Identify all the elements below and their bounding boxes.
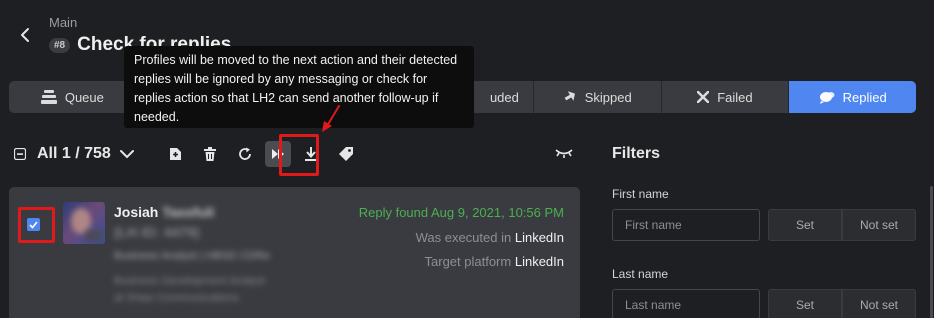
- company-line: at Shaw Communications: [114, 292, 239, 304]
- tab-label: Skipped: [584, 89, 632, 105]
- first-name-label: First name: [612, 187, 669, 201]
- last-name: Tassfuli: [162, 204, 215, 220]
- last-name-set-button[interactable]: Set: [768, 289, 842, 318]
- skip-icon: [564, 91, 575, 101]
- select-all-toggle[interactable]: [14, 148, 26, 160]
- delete-button[interactable]: [203, 147, 216, 161]
- document-plus-icon: [169, 148, 181, 160]
- tooltip: Profiles will be moved to the next actio…: [124, 46, 474, 128]
- company-line: Business Development Analyst: [114, 275, 266, 287]
- profile-name: Josiah Tassfuli: [114, 204, 214, 220]
- tab-label: Failed: [717, 89, 753, 105]
- hide-details-button[interactable]: [555, 147, 573, 159]
- chat-bubble-icon: [819, 92, 835, 104]
- tab-skipped[interactable]: Skipped: [534, 81, 662, 113]
- first-name: Josiah: [114, 204, 159, 220]
- avatar: [63, 202, 105, 244]
- eye-closed-icon: [555, 149, 573, 158]
- x-icon: [697, 91, 710, 103]
- trash-icon: [203, 147, 216, 161]
- lh-id: (LH ID: 4479): [114, 224, 200, 240]
- executed-value: LinkedIn: [514, 230, 564, 245]
- scrollbar[interactable]: [930, 186, 933, 318]
- last-name-label: Last name: [612, 267, 669, 281]
- tab-replied[interactable]: Replied: [789, 81, 916, 113]
- selection-dropdown[interactable]: [119, 149, 134, 159]
- add-to-queue-button[interactable]: [168, 147, 182, 161]
- first-name-input[interactable]: [612, 209, 760, 241]
- chevron-down-icon: [119, 150, 134, 159]
- last-name-input[interactable]: [612, 289, 760, 318]
- tab-failed[interactable]: Failed: [662, 81, 790, 113]
- annotation-arrow-icon: [322, 105, 340, 132]
- tab-label: Queue: [64, 89, 104, 105]
- tab-queue[interactable]: Queue: [9, 81, 137, 113]
- tab-label: Replied: [842, 89, 887, 105]
- first-name-set-button[interactable]: Set: [768, 209, 842, 241]
- chevron-left-icon: [21, 28, 29, 42]
- filters-title: Filters: [612, 145, 661, 162]
- last-name-not-set-button[interactable]: Not set: [842, 289, 916, 318]
- tag-icon: [338, 147, 353, 161]
- target-value: LinkedIn: [514, 254, 564, 269]
- target-prefix: Target platform: [424, 254, 512, 269]
- highlight-checkbox: [18, 207, 55, 243]
- first-name-not-set-button[interactable]: Not set: [842, 209, 916, 241]
- highlight-move-button: [279, 134, 319, 176]
- refresh-icon: [238, 147, 251, 160]
- queue-icon: [40, 90, 57, 104]
- back-button[interactable]: [14, 24, 36, 46]
- tag-button[interactable]: [338, 147, 353, 161]
- executed-in: Was executed in LinkedIn: [416, 230, 564, 245]
- reply-status: Reply found Aug 9, 2021, 10:56 PM: [358, 205, 564, 220]
- breadcrumb[interactable]: Main: [49, 15, 77, 30]
- selection-count: All 1 / 758: [37, 145, 111, 162]
- action-number-badge: #8: [49, 37, 71, 53]
- tab-label: uded: [489, 89, 519, 105]
- target-platform: Target platform LinkedIn: [425, 254, 564, 269]
- minus-square-icon: [14, 148, 26, 160]
- executed-prefix: Was executed in: [415, 230, 512, 245]
- headline: Business Analyst | HBSD CDRe: [114, 250, 270, 262]
- retry-button[interactable]: [238, 147, 252, 161]
